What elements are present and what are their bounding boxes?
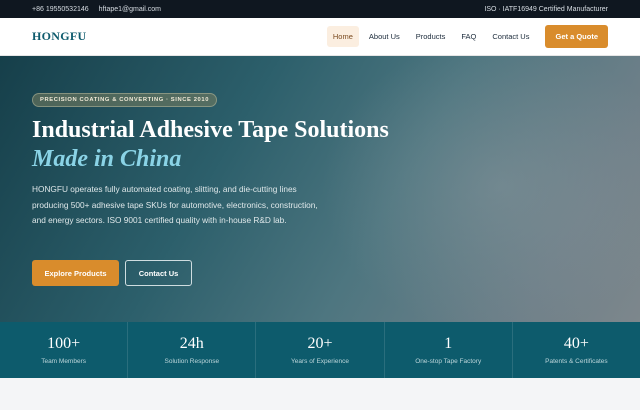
logo[interactable]: HONGFU [32,29,86,44]
stat-value: 100+ [47,335,81,352]
email-address[interactable]: hftape1@gmail.com [99,6,161,13]
top-bar: +86 19550532146 hftape1@gmail.com ISO · … [0,0,640,18]
stat-label: Years of Experience [291,358,349,365]
hero-background-glow [320,56,640,322]
stat-value: 20+ [307,335,333,352]
stat-patents: 40+ Patents & Certificates [513,322,640,378]
nav-item-contact-us[interactable]: Contact Us [486,26,535,47]
nav-item-about-us[interactable]: About Us [363,26,406,47]
page-continuation [0,378,640,410]
nav-item-home[interactable]: Home [326,26,359,47]
hero-section: PRECISION COATING & CONVERTING · SINCE 2… [0,56,640,322]
stat-value: 40+ [563,335,589,352]
stat-label: Patents & Certificates [545,358,608,365]
hero-title-accent: Made in China [32,146,182,172]
stat-label: Team Members [41,358,86,365]
stat-solution-response: 24h Solution Response [128,322,257,378]
nav-item-faq[interactable]: FAQ [455,26,482,47]
stat-team-members: 100+ Team Members [0,322,129,378]
phone-number[interactable]: +86 19550532146 [32,6,89,13]
hero-title: Industrial Adhesive Tape Solutions Made … [32,116,432,174]
stats-bar: 100+ Team Members 24h Solution Response … [0,322,640,378]
stat-value: 24h [179,335,204,352]
nav-menu: Home About Us Products FAQ Contact Us Ge… [326,25,608,48]
topbar-contact: +86 19550532146 hftape1@gmail.com [32,6,161,13]
stat-years-experience: 20+ Years of Experience [256,322,385,378]
stat-tape-factory: 1 One-stop Tape Factory [385,322,513,378]
hero-badge: PRECISION COATING & CONVERTING · SINCE 2… [32,93,218,107]
explore-products-button[interactable]: Explore Products [32,260,119,286]
contact-us-button[interactable]: Contact Us [125,260,192,286]
hero-title-main: Industrial Adhesive Tape Solutions [32,117,389,143]
main-nav: HONGFU Home About Us Products FAQ Contac… [0,18,640,56]
stat-label: One-stop Tape Factory [415,358,482,365]
get-quote-button[interactable]: Get a Quote [545,25,608,48]
hero-description: HONGFU operates fully automated coating,… [32,184,318,225]
nav-item-products[interactable]: Products [410,26,452,47]
certification-text: ISO · IATF16949 Certified Manufacturer [484,5,608,13]
stat-label: Solution Response [164,358,220,365]
stat-value: 1 [444,335,453,352]
